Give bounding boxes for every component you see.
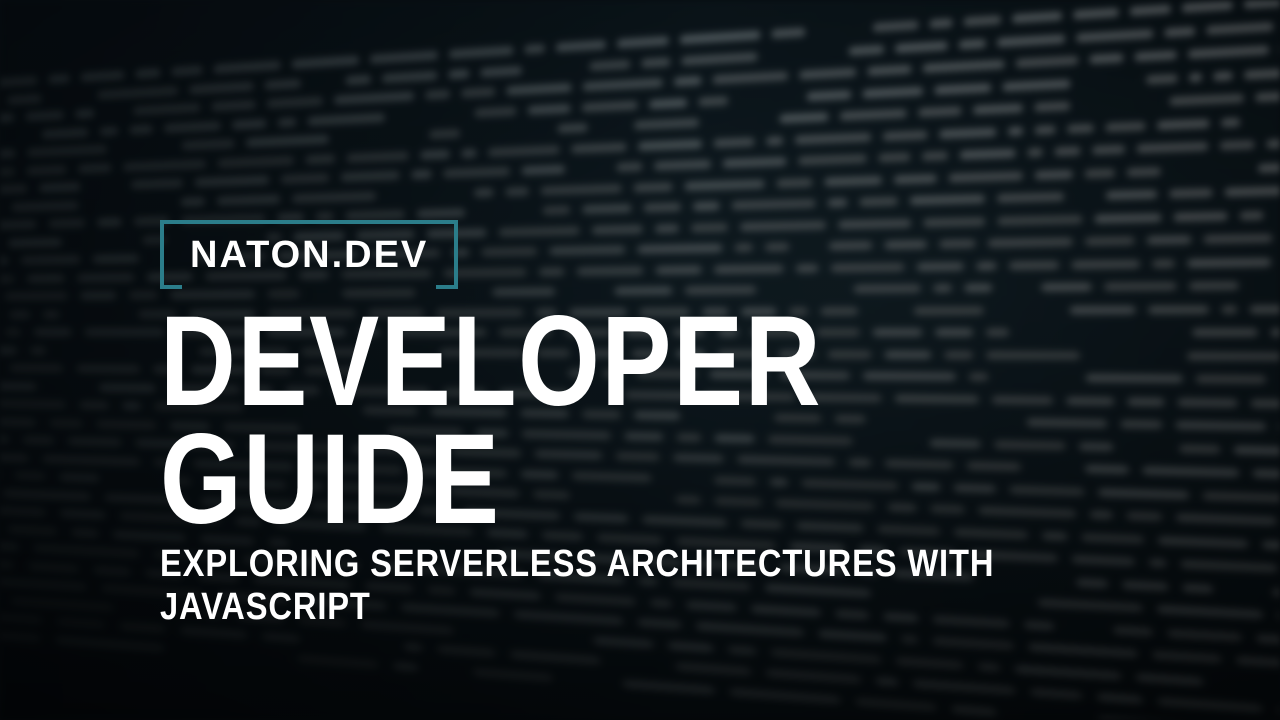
- site-badge-label: NATON.DEV: [190, 234, 428, 276]
- hero-subtitle: EXPLORING SERVERLESS ARCHITECTURES WITH …: [160, 543, 1123, 629]
- hero-title: DEVELOPER GUIDE: [160, 303, 1078, 539]
- site-badge: NATON.DEV: [160, 220, 458, 289]
- hero-text-block: NATON.DEV DEVELOPER GUIDE EXPLORING SERV…: [160, 220, 1280, 629]
